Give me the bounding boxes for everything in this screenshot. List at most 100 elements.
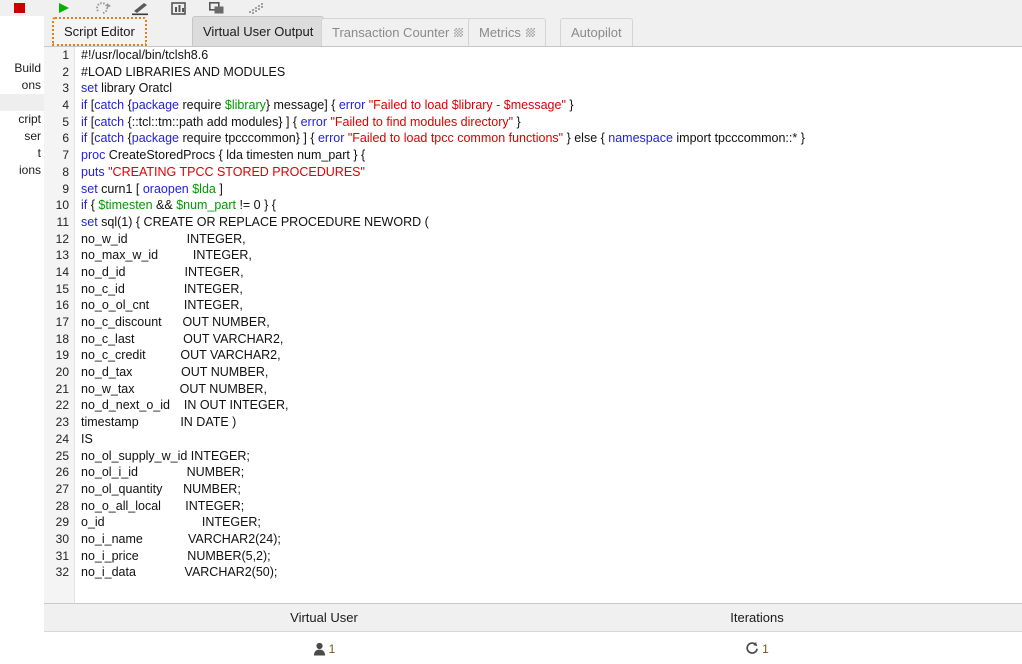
- code-token: error: [300, 114, 327, 129]
- tab-metrics[interactable]: Metrics: [468, 18, 546, 46]
- code-token: } else {: [563, 131, 609, 146]
- code-token: no_c_credit OUT VARCHAR2,: [81, 348, 281, 363]
- code-token: package: [131, 98, 180, 113]
- line-number: 30: [55, 531, 69, 546]
- code-token: no_ol_i_id NUMBER;: [81, 465, 245, 480]
- code-line: no_w_tax OUT NUMBER,: [81, 381, 1022, 398]
- code-token: &&: [152, 198, 177, 213]
- code-token: catch: [94, 131, 125, 146]
- line-number: 21: [55, 381, 69, 396]
- line-number: 29: [55, 515, 69, 530]
- code-token: require tpcccommon} ] {: [179, 131, 318, 146]
- tab-label: Script Editor: [64, 24, 135, 39]
- tab-script-editor[interactable]: Script Editor: [52, 17, 147, 46]
- status-header-virtual-user: Virtual User: [290, 610, 358, 625]
- line-number: 26: [55, 465, 69, 480]
- code-token: no_d_id INTEGER,: [81, 264, 244, 279]
- stop-icon: [14, 3, 25, 13]
- code-token: no_d_next_o_id IN OUT INTEGER,: [81, 398, 289, 413]
- code-token: no_o_all_local INTEGER;: [81, 498, 245, 513]
- code-line: no_ol_quantity NUMBER;: [81, 481, 1022, 498]
- code-token: error: [317, 131, 345, 146]
- tab-autopilot[interactable]: Autopilot: [560, 18, 633, 46]
- tree-item-options-1[interactable]: ons: [0, 77, 44, 94]
- code-line: no_max_w_id INTEGER,: [81, 247, 1022, 264]
- code-token: } message] {: [265, 98, 339, 113]
- code-line: no_c_credit OUT VARCHAR2,: [81, 347, 1022, 364]
- line-number: 4: [62, 98, 69, 113]
- tree-item-label: t: [37, 146, 41, 160]
- tree-item-output[interactable]: t: [0, 145, 44, 162]
- status-value-row: 1 1: [44, 632, 1022, 664]
- code-line: if { $timesten && $num_part != 0 } {: [81, 197, 1022, 214]
- tab-virtual-user-output[interactable]: Virtual User Output: [192, 16, 325, 46]
- code-token: "CREATING TPCC STORED PROCEDURES": [108, 164, 365, 179]
- tree-item-label: ser: [24, 129, 41, 143]
- code-token: no_i_data VARCHAR2(50);: [81, 565, 278, 580]
- notebook-tabstrip: Script Editor Virtual User Output Transa…: [44, 16, 1022, 46]
- line-number: 15: [55, 281, 69, 296]
- code-token: no_ol_supply_w_id INTEGER;: [81, 448, 250, 463]
- code-line: puts "CREATING TPCC STORED PROCEDURES": [81, 164, 1022, 181]
- line-number: 19: [55, 348, 69, 363]
- line-number: 5: [62, 114, 69, 129]
- code-token: no_c_discount OUT NUMBER,: [81, 315, 270, 329]
- code-text-area[interactable]: #!/usr/local/bin/tclsh8.6 #LOAD LIBRARIES…: [75, 47, 1022, 604]
- tree-item-label: ions: [18, 163, 41, 177]
- code-token: {: [124, 98, 132, 113]
- code-token: oraopen: [142, 181, 189, 196]
- code-token: set: [81, 181, 98, 196]
- code-token: #LOAD LIBRARIES AND MODULES: [81, 64, 286, 79]
- tree-item-schema-build[interactable]: Build: [0, 60, 44, 77]
- code-token: import tpcccommon::* }: [672, 131, 805, 146]
- line-number: 25: [55, 448, 69, 463]
- line-number: 22: [55, 398, 69, 413]
- code-token: o_id INTEGER;: [81, 515, 261, 530]
- run-button[interactable]: [52, 0, 74, 16]
- code-token: "Failed to load $library - $message": [368, 98, 566, 113]
- tree-item-driver-script[interactable]: cript: [0, 111, 44, 128]
- code-token: }: [565, 98, 574, 113]
- edit-script-button[interactable]: [130, 0, 152, 16]
- code-token: set: [81, 81, 98, 96]
- status-value-iterations: 1: [607, 632, 907, 664]
- code-line: no_i_data VARCHAR2(50);: [81, 564, 1022, 581]
- line-number: 13: [55, 248, 69, 263]
- tree-item-selected[interactable]: [0, 94, 44, 111]
- script-editor-pane[interactable]: 1 2 3 4 5 6 7 8 9 10 11 12 13 14 15 16 17 18 19 20 21 22 23 24 2…: [44, 46, 1022, 604]
- line-number: 10: [55, 198, 69, 213]
- line-number: 7: [62, 148, 69, 163]
- tab-transaction-counter[interactable]: Transaction Counter: [321, 18, 475, 46]
- metrics-button[interactable]: [246, 0, 268, 16]
- status-header-iterations: Iterations: [730, 610, 784, 625]
- tree-item-options-2[interactable]: ions: [0, 162, 44, 179]
- transaction-counter-button[interactable]: [168, 0, 190, 16]
- line-number: 20: [55, 365, 69, 380]
- navigation-tree[interactable]: Build ons cript ser t ions: [0, 16, 45, 664]
- code-token: sql(1) { CREATE OR REPLACE PROCEDURE NEW…: [97, 214, 429, 229]
- code-line: no_d_id INTEGER,: [81, 264, 1022, 281]
- status-value-virtual-user: 1: [174, 632, 474, 664]
- code-token: catch: [94, 114, 125, 129]
- user-icon: [313, 642, 325, 655]
- cascade-windows-button[interactable]: [206, 0, 228, 16]
- refresh-icon: [96, 2, 111, 14]
- code-token: CreateStoredProcs { lda timesten num_par…: [105, 148, 366, 163]
- code-token: $lda: [192, 181, 216, 196]
- tab-label: Metrics: [479, 25, 521, 40]
- code-line: timestamp IN DATE ): [81, 414, 1022, 431]
- code-token: no_i_name VARCHAR2(24);: [81, 531, 281, 546]
- hatch-icon: [454, 28, 464, 37]
- code-line: no_o_all_local INTEGER;: [81, 498, 1022, 515]
- code-token: no_i_price NUMBER(5,2);: [81, 548, 271, 563]
- code-token: require: [179, 98, 225, 113]
- stop-button[interactable]: [8, 0, 30, 16]
- code-line: o_id INTEGER;: [81, 514, 1022, 531]
- code-line: no_i_name VARCHAR2(24);: [81, 531, 1022, 548]
- tree-item-virtual-user[interactable]: ser: [0, 128, 44, 145]
- code-token: }: [513, 114, 521, 129]
- tab-label: Virtual User Output: [203, 24, 314, 39]
- line-number: 16: [55, 298, 69, 313]
- refresh-button[interactable]: [92, 0, 114, 16]
- code-line: if [catch {package require $library} mes…: [81, 97, 1022, 114]
